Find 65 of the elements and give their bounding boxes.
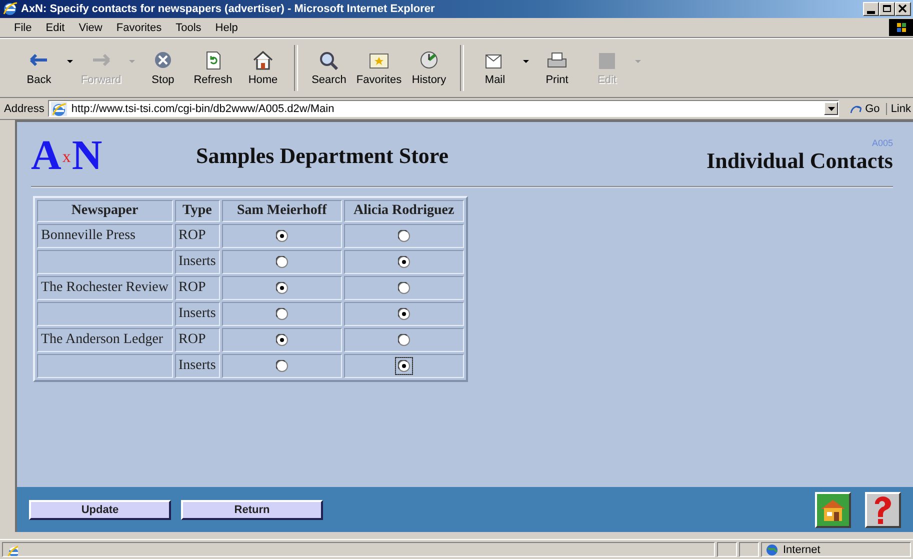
back-button[interactable]: Back: [14, 42, 64, 94]
home-icon: [251, 50, 275, 70]
menu-item[interactable]: Help: [209, 20, 244, 34]
go-button[interactable]: Go: [843, 102, 887, 114]
caret-icon: [828, 106, 835, 110]
print-button[interactable]: Print: [532, 42, 582, 94]
close-icon: [898, 4, 908, 14]
minimize-icon: [867, 10, 875, 14]
status-pane: [739, 542, 759, 557]
type-cell: Inserts: [174, 250, 220, 274]
minimize-button[interactable]: [863, 2, 879, 16]
dropdown-button[interactable]: [824, 102, 838, 115]
address-label: Address: [4, 102, 44, 114]
page-icon: [51, 102, 68, 116]
page-icon: [6, 544, 18, 556]
form-button[interactable]: Return: [181, 500, 323, 520]
search-icon: [317, 50, 341, 70]
zone-label: Internet: [783, 544, 820, 556]
type-cell: ROP: [174, 328, 220, 352]
column-header: Newspaper: [37, 200, 173, 222]
column-header: Alicia Rodriguez: [344, 200, 464, 222]
column-header: Sam Meierhoff: [222, 200, 342, 222]
mail-button[interactable]: Mail: [470, 42, 520, 94]
logo-letter: N: [72, 135, 102, 177]
help-button[interactable]: [865, 492, 901, 528]
type-cell: Inserts: [174, 302, 220, 326]
logo-letter: x: [62, 148, 71, 164]
menu-item[interactable]: Edit: [40, 20, 71, 34]
home-button[interactable]: Home: [238, 42, 288, 94]
status-pane: [717, 542, 737, 557]
print-icon: [545, 50, 569, 70]
maximize-icon: [882, 4, 892, 14]
column-header: Type: [174, 200, 220, 222]
radio-button[interactable]: [394, 357, 413, 375]
type-cell: ROP: [174, 224, 220, 248]
close-button[interactable]: [895, 2, 911, 16]
menu-item[interactable]: Tools: [170, 20, 208, 34]
question-mark-icon: [875, 496, 891, 524]
form-button[interactable]: Update: [29, 500, 171, 520]
menu-item[interactable]: View: [72, 20, 108, 34]
search-button[interactable]: Search: [304, 42, 354, 94]
stop-button[interactable]: Stop: [138, 42, 188, 94]
newspaper-cell: Bonneville Press: [37, 224, 173, 248]
address-field[interactable]: http://www.tsi-tsi.com/cgi-bin/db2www/A005.d2w/Main: [48, 100, 840, 117]
browser-icon: [2, 1, 18, 17]
windows-logo-icon: [889, 19, 913, 36]
page-title: Individual Contacts: [706, 148, 893, 174]
menu-item[interactable]: Favorites: [110, 20, 168, 34]
maximize-button[interactable]: [879, 2, 895, 16]
type-cell: ROP: [174, 276, 220, 300]
refresh-button[interactable]: Refresh: [188, 42, 238, 94]
favorites-button[interactable]: Favorites: [354, 42, 404, 94]
home-button[interactable]: [815, 492, 851, 528]
menu-item[interactable]: File: [8, 20, 38, 34]
history-button[interactable]: History: [404, 42, 454, 94]
links-button[interactable]: Link: [890, 102, 913, 114]
store-name: Samples Department Store: [196, 143, 450, 169]
globe-icon: [765, 544, 779, 556]
page-code: A005: [872, 138, 893, 148]
newspaper-cell: The Rochester Review: [37, 276, 173, 300]
window-title: AxN: Specify contacts for newspapers (advertiser) - Microsoft Internet Explorer: [21, 3, 436, 15]
logo-letter: A: [31, 135, 62, 177]
type-cell: Inserts: [174, 354, 220, 378]
newspaper-cell: The Anderson Ledger: [37, 328, 173, 352]
house-icon: [821, 500, 845, 520]
